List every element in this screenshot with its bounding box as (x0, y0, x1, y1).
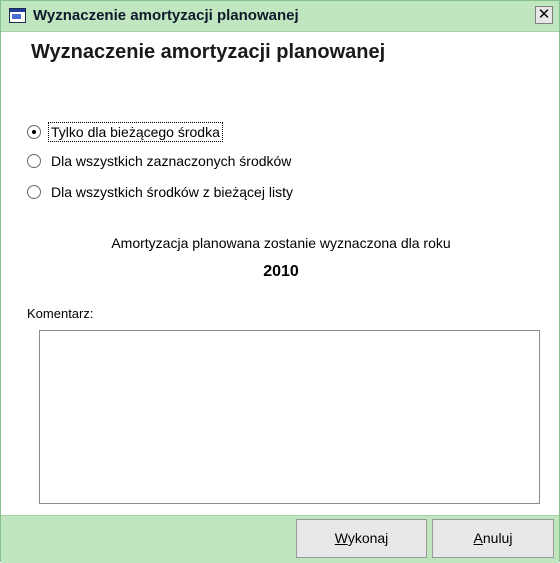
radio-current-asset[interactable] (27, 125, 41, 139)
option-list-assets-label[interactable]: Dla wszystkich środków z bieżącej listy (49, 183, 295, 201)
radio-list-assets[interactable] (27, 185, 41, 199)
dialog-window: Wyznaczenie amortyzacji planowanej ✕ Wyz… (0, 0, 560, 563)
option-current-asset[interactable]: Tylko dla bieżącego środka (27, 121, 223, 143)
window-title: Wyznaczenie amortyzacji planowanej (33, 7, 299, 24)
option-selected-assets[interactable]: Dla wszystkich zaznaczonych środków (27, 150, 293, 172)
execute-label: ykonaj (347, 530, 389, 546)
cancel-button[interactable]: Anuluj (432, 519, 554, 558)
execute-mnemonic: W (334, 530, 348, 546)
title-bar[interactable]: Wyznaczenie amortyzacji planowanej ✕ (1, 1, 559, 32)
cancel-label: nuluj (482, 530, 513, 546)
comment-label: Komentarz: (27, 306, 94, 321)
year-value: 2010 (263, 263, 299, 280)
close-button[interactable]: ✕ (535, 6, 553, 24)
app-window-icon (9, 8, 26, 23)
execute-button[interactable]: Wykonaj (296, 519, 427, 558)
dialog-heading: Wyznaczenie amortyzacji planowanej (31, 41, 386, 63)
option-list-assets[interactable]: Dla wszystkich środków z bieżącej listy (27, 181, 295, 203)
cancel-mnemonic: A (473, 530, 483, 546)
info-text: Amortyzacja planowana zostanie wyznaczon… (111, 235, 451, 251)
radio-selected-assets[interactable] (27, 154, 41, 168)
option-current-asset-label[interactable]: Tylko dla bieżącego środka (48, 122, 223, 142)
comment-field[interactable] (39, 330, 540, 504)
option-selected-assets-label[interactable]: Dla wszystkich zaznaczonych środków (49, 152, 293, 170)
close-icon: ✕ (537, 6, 551, 23)
